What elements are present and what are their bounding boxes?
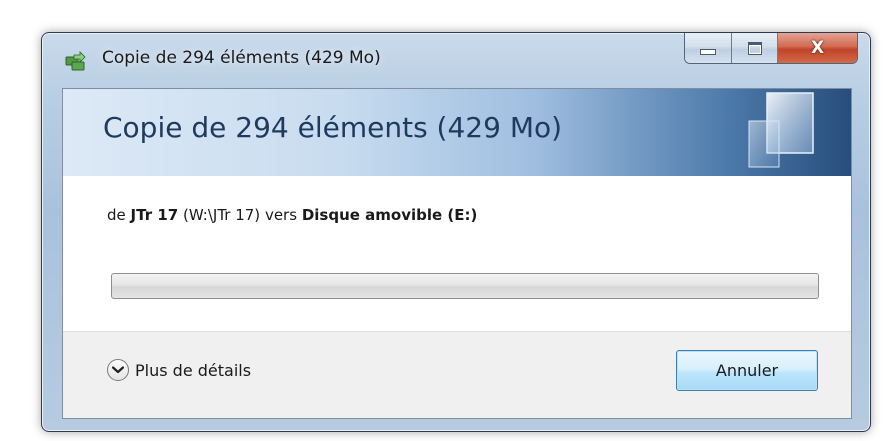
source-name[interactable]: JTr 17 — [131, 206, 179, 224]
more-details-toggle[interactable]: Plus de détails — [107, 359, 251, 381]
caption-buttons: X — [684, 33, 858, 64]
minimize-icon — [700, 49, 716, 55]
cancel-button[interactable]: Annuler — [676, 350, 818, 391]
banner-heading: Copie de 294 éléments (429 Mo) — [103, 111, 563, 144]
copy-files-icon — [64, 51, 86, 73]
source-path: (W:\JTr 17) — [182, 206, 261, 224]
copy-progress-bar — [111, 273, 819, 299]
dialog-footer: Plus de détails Annuler — [63, 331, 851, 418]
window-title: Copie de 294 éléments (429 Mo) — [102, 48, 381, 68]
dialog-client-area: Copie de 294 éléments (429 Mo) de JTr 17… — [62, 88, 852, 419]
more-details-label[interactable]: Plus de détails — [135, 361, 251, 380]
page: Copie de 294 éléments (429 Mo) X Copie d… — [0, 0, 890, 441]
close-icon: X — [810, 38, 825, 58]
glass-panes-icon — [723, 89, 833, 176]
header-banner: Copie de 294 éléments (429 Mo) — [63, 89, 851, 176]
to-connector: vers — [264, 206, 298, 224]
title-bar[interactable]: Copie de 294 éléments (429 Mo) X — [42, 33, 870, 89]
from-prefix: de — [107, 206, 126, 224]
copy-dialog-window: Copie de 294 éléments (429 Mo) X Copie d… — [41, 32, 871, 432]
close-button[interactable]: X — [777, 33, 857, 63]
maximize-icon — [747, 41, 762, 55]
minimize-button[interactable] — [685, 33, 731, 63]
copy-source-destination: de JTr 17 (W:\JTr 17) vers Disque amovib… — [107, 206, 477, 224]
destination-name[interactable]: Disque amovible (E:) — [302, 206, 478, 224]
maximize-button[interactable] — [731, 33, 777, 63]
chevron-down-icon[interactable] — [107, 359, 129, 381]
